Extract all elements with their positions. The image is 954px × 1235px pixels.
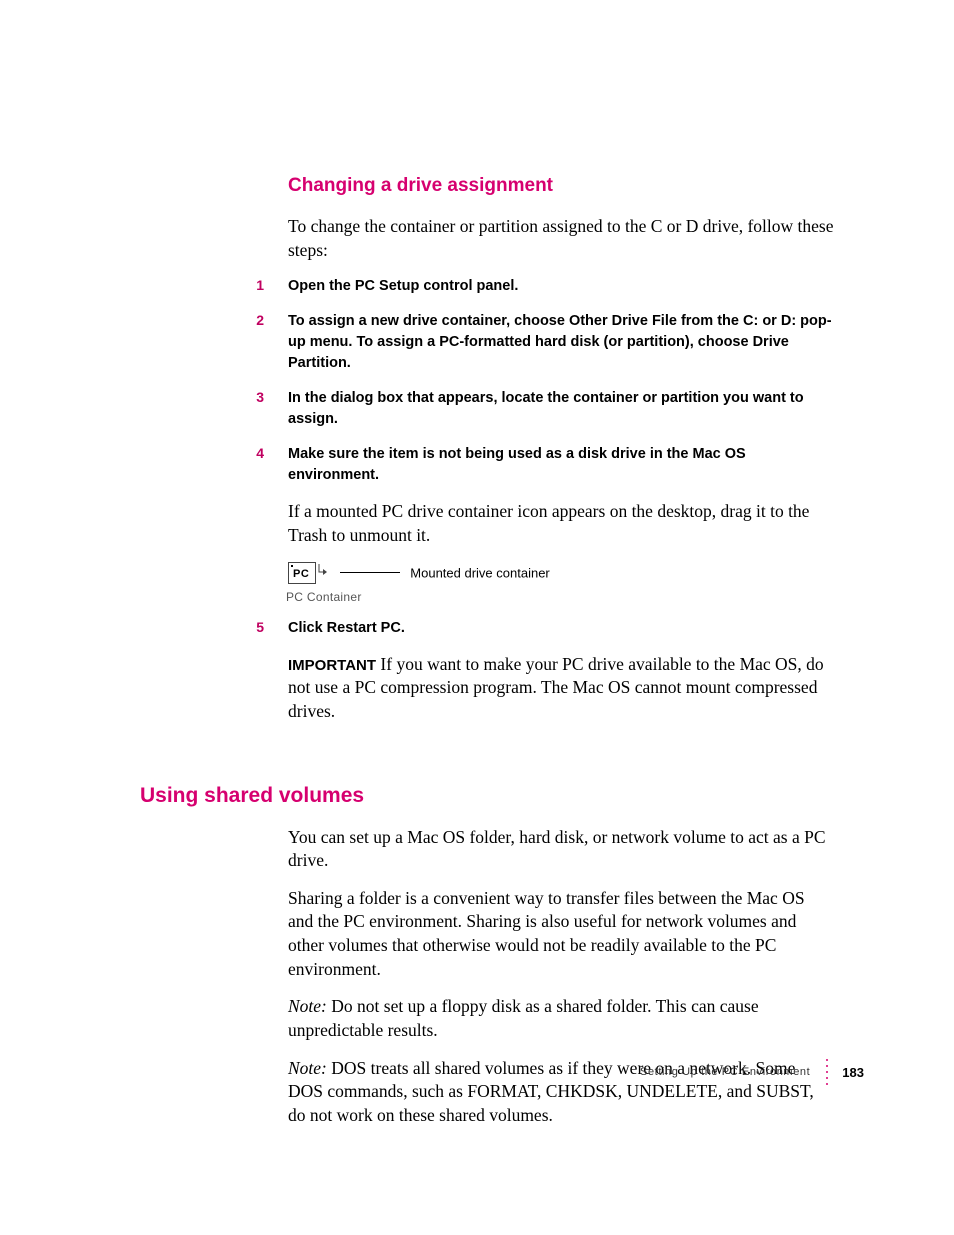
step-number: 5 xyxy=(250,618,264,635)
step-text: Open the PC Setup control panel. xyxy=(288,276,518,297)
note-label: Note: xyxy=(288,996,327,1016)
section-changing-drive: Changing a drive assignment To change th… xyxy=(288,175,834,724)
step-text: Make sure the item is not being used as … xyxy=(288,444,834,486)
step-1: 1 Open the PC Setup control panel. xyxy=(250,276,834,297)
callout-line xyxy=(340,572,400,573)
step-2: 2 To assign a new drive container, choos… xyxy=(250,311,834,374)
step-text: Click Restart PC. xyxy=(288,618,405,639)
pc-drive-icon: PC xyxy=(288,562,330,584)
note-text: Do not set up a floppy disk as a shared … xyxy=(288,996,759,1040)
note-label: Note: xyxy=(288,1058,327,1078)
step-number: 4 xyxy=(250,444,264,461)
icon-inner-label: PC xyxy=(293,568,309,580)
step-text: In the dialog box that appears, locate t… xyxy=(288,388,834,430)
step-text: To assign a new drive container, choose … xyxy=(288,311,834,374)
step-5: 5 Click Restart PC. xyxy=(250,618,834,639)
step4-sub-paragraph: If a mounted PC drive container icon app… xyxy=(288,500,834,547)
icon-caption: PC Container xyxy=(286,590,834,604)
intro-paragraph: To change the container or partition ass… xyxy=(288,215,834,262)
step-number: 1 xyxy=(250,276,264,293)
shared-para-1: You can set up a Mac OS folder, hard dis… xyxy=(288,826,834,873)
arrow-icon xyxy=(318,563,330,582)
page-number: 183 xyxy=(842,1065,864,1080)
step-4: 4 Make sure the item is not being used a… xyxy=(250,444,834,486)
heading-shared-volumes: Using shared volumes xyxy=(140,784,834,808)
page-footer: Setting Up the PC Environment 183 xyxy=(640,1059,864,1085)
important-paragraph: IMPORTANT If you want to make your PC dr… xyxy=(288,653,834,724)
steps-list-continued: 5 Click Restart PC. xyxy=(250,618,834,639)
footer-dots-icon xyxy=(826,1059,828,1085)
note-paragraph-1: Note: Do not set up a floppy disk as a s… xyxy=(288,995,834,1042)
step-3: 3 In the dialog box that appears, locate… xyxy=(250,388,834,430)
document-page: Changing a drive assignment To change th… xyxy=(0,0,954,1235)
important-label: IMPORTANT xyxy=(288,657,376,674)
steps-list: 1 Open the PC Setup control panel. 2 To … xyxy=(250,276,834,486)
shared-para-2: Sharing a folder is a convenient way to … xyxy=(288,887,834,982)
footer-chapter-title: Setting Up the PC Environment xyxy=(640,1066,810,1078)
step-number: 3 xyxy=(250,388,264,405)
drive-container-figure: PC Mounted drive container PC Container xyxy=(288,562,834,604)
heading-changing-drive: Changing a drive assignment xyxy=(288,175,834,197)
callout-label: Mounted drive container xyxy=(410,565,549,580)
step-number: 2 xyxy=(250,311,264,328)
